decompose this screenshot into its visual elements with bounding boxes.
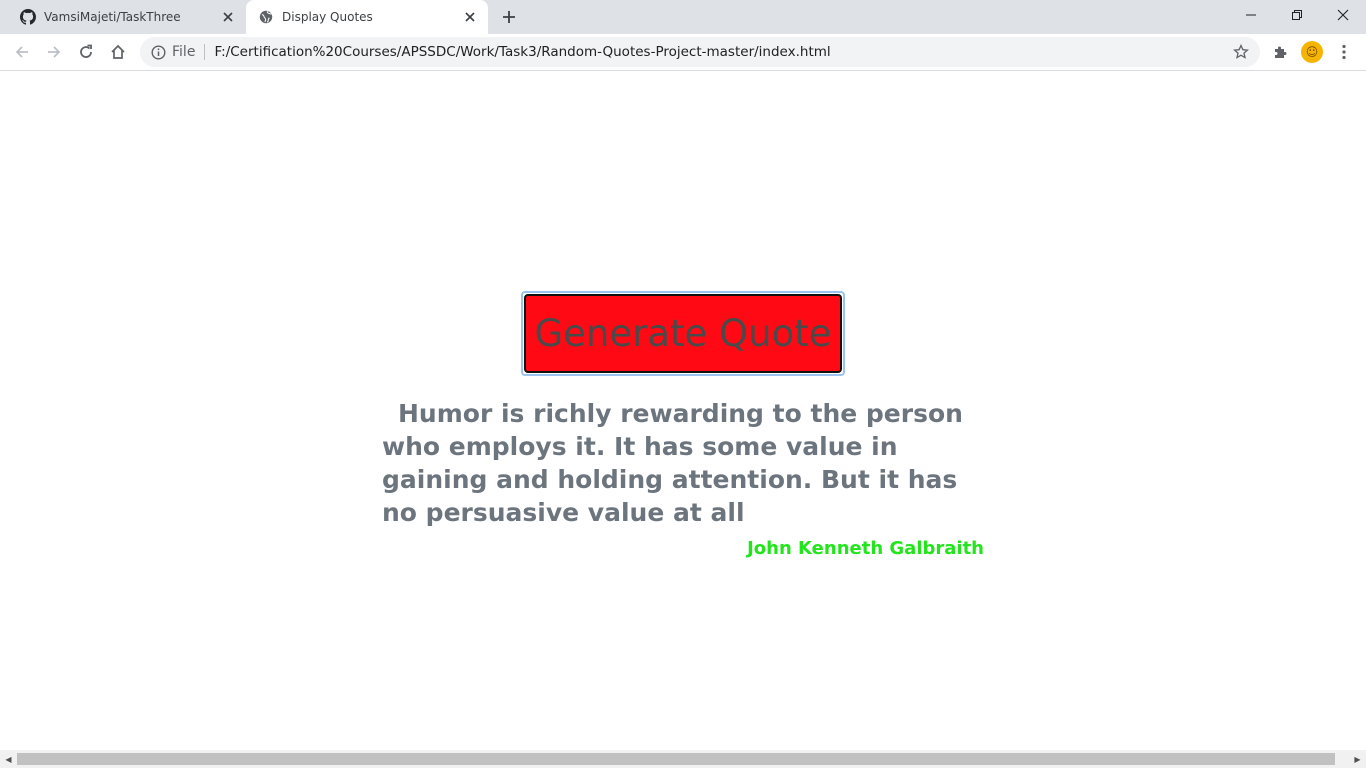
restore-button[interactable]	[1274, 0, 1320, 30]
more-vertical-icon	[1342, 44, 1346, 60]
back-button[interactable]	[8, 38, 36, 66]
arrow-left-icon	[15, 46, 28, 58]
scroll-right-icon[interactable]: ▶	[1349, 750, 1366, 768]
arrow-right-icon	[48, 46, 61, 58]
restore-icon	[1292, 10, 1302, 20]
scrollbar-thumb[interactable]	[17, 753, 1335, 765]
tab-strip: VamsiMajeti/TaskThree Display Quotes	[0, 0, 1366, 34]
generate-quote-button[interactable]: Generate Quote	[524, 294, 842, 373]
tab-github[interactable]: VamsiMajeti/TaskThree	[8, 0, 246, 34]
url-text[interactable]: F:/Certification%20Courses/APSSDC/Work/T…	[214, 44, 830, 60]
tab-title: Display Quotes	[282, 10, 373, 24]
star-icon[interactable]	[1232, 43, 1250, 61]
forward-button[interactable]	[40, 38, 68, 66]
minimize-icon	[1246, 14, 1256, 16]
address-bar[interactable]: File F:/Certification%20Courses/APSSDC/W…	[140, 37, 1260, 67]
scroll-left-icon[interactable]: ◀	[0, 750, 17, 768]
scheme-label: File	[172, 44, 196, 60]
browser-toolbar: File F:/Certification%20Courses/APSSDC/W…	[0, 34, 1366, 71]
menu-button[interactable]	[1332, 40, 1356, 64]
page-content: Generate Quote Humor is richly rewarding…	[0, 71, 1366, 750]
horizontal-scrollbar[interactable]: ◀ ▶	[0, 750, 1366, 768]
quote-author: John Kenneth Galbraith	[747, 538, 984, 559]
separator	[204, 44, 206, 60]
focus-ring: Generate Quote	[521, 291, 845, 376]
globe-icon	[258, 9, 274, 25]
home-button[interactable]	[104, 38, 132, 66]
tab-display-quotes[interactable]: Display Quotes	[246, 0, 488, 34]
close-icon[interactable]	[460, 7, 480, 27]
reload-button[interactable]	[72, 38, 100, 66]
close-icon[interactable]	[218, 7, 238, 27]
home-icon	[111, 44, 125, 59]
puzzle-icon	[1275, 46, 1287, 58]
info-icon[interactable]	[150, 44, 166, 60]
github-icon	[20, 9, 36, 25]
quote-text: Humor is richly rewarding to the person …	[382, 399, 963, 527]
reload-icon	[80, 44, 92, 58]
tab-title: VamsiMajeti/TaskThree	[44, 10, 181, 24]
new-tab-button[interactable]	[498, 6, 520, 28]
close-icon	[1337, 9, 1349, 21]
minimize-button[interactable]	[1228, 0, 1274, 30]
close-window-button[interactable]	[1320, 0, 1366, 30]
plus-icon	[503, 11, 515, 23]
avatar[interactable]: ☺	[1301, 41, 1323, 63]
extensions-button[interactable]	[1268, 40, 1292, 64]
